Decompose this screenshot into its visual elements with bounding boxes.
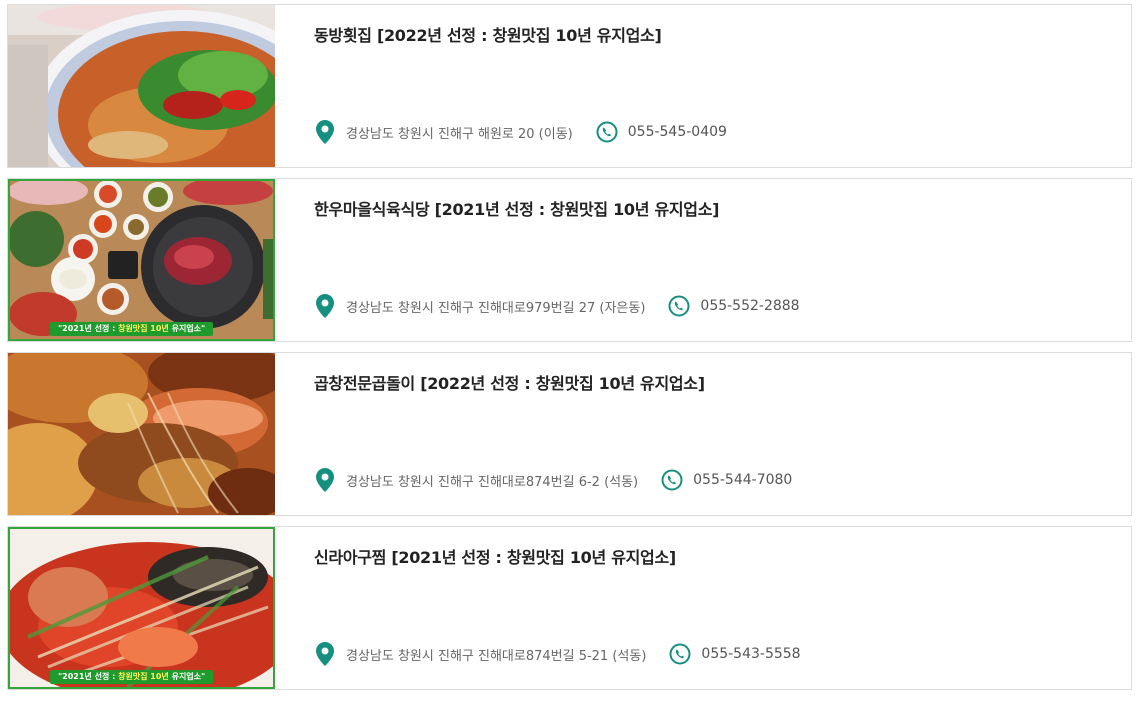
award-banner-highlight: 창원맛집 10년 xyxy=(118,324,169,333)
restaurant-photo[interactable] xyxy=(8,5,275,167)
restaurant-meta: 경상남도 창원시 진해구 해원로 20 (이동) 055-545-0409 xyxy=(314,120,727,144)
restaurant-photo[interactable]: "2021년 선정 : 창원맛집 10년 유지업소" xyxy=(8,527,275,689)
award-banner: "2021년 선정 : 창원맛집 10년 유지업소" xyxy=(50,670,214,684)
restaurant-phone[interactable]: 055-544-7080 xyxy=(693,472,792,488)
location-pin-icon xyxy=(314,120,336,144)
restaurant-photo[interactable]: "2021년 선정 : 창원맛집 10년 유지업소" xyxy=(8,179,275,341)
restaurant-meta: 경상남도 창원시 진해구 진해대로979번길 27 (자은동) 055-552-… xyxy=(314,294,800,318)
restaurant-phone[interactable]: 055-545-0409 xyxy=(628,124,727,140)
restaurant-title[interactable]: 곱창전문곱돌이 [2022년 선정 : 창원맛집 10년 유지업소] xyxy=(314,370,705,394)
restaurant-address: 경상남도 창원시 진해구 해원로 20 (이동) xyxy=(346,126,573,142)
award-banner-highlight: 창원맛집 10년 xyxy=(118,672,169,681)
restaurant-title[interactable]: 동방횟집 [2022년 선정 : 창원맛집 10년 유지업소] xyxy=(314,22,662,46)
restaurant-meta: 경상남도 창원시 진해구 진해대로874번길 6-2 (석동) 055-544-… xyxy=(314,468,792,492)
restaurant-photo[interactable] xyxy=(8,353,275,515)
restaurant-title[interactable]: 한우마을식육식당 [2021년 선정 : 창원맛집 10년 유지업소] xyxy=(314,196,719,220)
award-banner: "2021년 선정 : 창원맛집 10년 유지업소" xyxy=(50,322,214,336)
restaurant-phone[interactable]: 055-552-2888 xyxy=(700,298,799,314)
list-item[interactable]: "2021년 선정 : 창원맛집 10년 유지업소" 신라아구찜 [2021년 … xyxy=(7,526,1132,690)
restaurant-meta: 경상남도 창원시 진해구 진해대로874번길 5-21 (석동) 055-543… xyxy=(314,642,801,666)
restaurant-list: 동방횟집 [2022년 선정 : 창원맛집 10년 유지업소] 경상남도 창원시… xyxy=(7,4,1132,700)
list-item[interactable]: "2021년 선정 : 창원맛집 10년 유지업소" 한우마을식육식당 [202… xyxy=(7,178,1132,342)
restaurant-address: 경상남도 창원시 진해구 진해대로874번길 6-2 (석동) xyxy=(346,474,639,490)
phone-icon xyxy=(669,642,691,666)
location-pin-icon xyxy=(314,294,336,318)
restaurant-address: 경상남도 창원시 진해구 진해대로874번길 5-21 (석동) xyxy=(346,648,647,664)
restaurant-phone[interactable]: 055-543-5558 xyxy=(701,646,800,662)
phone-icon xyxy=(661,468,683,492)
location-pin-icon xyxy=(314,642,336,666)
restaurant-address: 경상남도 창원시 진해구 진해대로979번길 27 (자은동) xyxy=(346,300,646,316)
list-item[interactable]: 곱창전문곱돌이 [2022년 선정 : 창원맛집 10년 유지업소] 경상남도 … xyxy=(7,352,1132,516)
restaurant-title[interactable]: 신라아구찜 [2021년 선정 : 창원맛집 10년 유지업소] xyxy=(314,544,676,568)
location-pin-icon xyxy=(314,468,336,492)
list-item[interactable]: 동방횟집 [2022년 선정 : 창원맛집 10년 유지업소] 경상남도 창원시… xyxy=(7,4,1132,168)
phone-icon xyxy=(596,120,618,144)
phone-icon xyxy=(668,294,690,318)
